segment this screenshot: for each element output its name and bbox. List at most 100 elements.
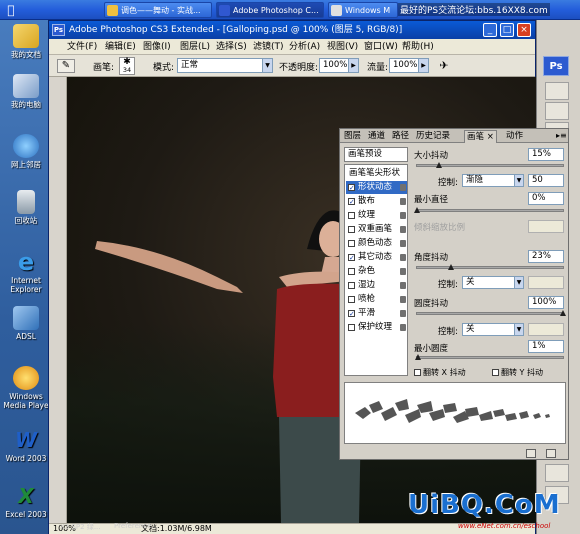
fade-steps-field[interactable]: 50 xyxy=(528,174,564,187)
taskbar-hint-1[interactable]: X3 SP2 绿... xyxy=(60,522,101,532)
menu-filter[interactable]: 滤镜(T) xyxy=(253,39,284,55)
tab-actions[interactable]: 动作 xyxy=(504,130,525,143)
brush-picker[interactable]: ✱ 34 xyxy=(119,57,135,75)
lock-icon[interactable] xyxy=(400,198,406,205)
list-item-protect-texture[interactable]: 保护纹理 xyxy=(346,321,407,334)
list-item-texture[interactable]: 纹理 xyxy=(346,209,407,222)
airbrush-icon[interactable]: ✈ xyxy=(437,59,451,73)
apple-icon[interactable]:  xyxy=(2,2,20,18)
panel-menu-icon[interactable]: ▸≡ xyxy=(556,131,567,140)
control-dropdown-angle[interactable]: 关 ▼ xyxy=(462,276,524,289)
slider-thumb[interactable] xyxy=(435,162,442,168)
flip-y-checkbox[interactable]: 翻转 Y 抖动 xyxy=(492,367,543,378)
desktop-icon-recycle-bin[interactable]: 回收站 xyxy=(2,190,50,225)
menu-layer[interactable]: 图层(L) xyxy=(180,39,210,55)
checkbox-unchecked[interactable] xyxy=(348,240,355,247)
quick-launch-icon[interactable] xyxy=(24,2,30,18)
tab-channels[interactable]: 通道 xyxy=(366,130,387,143)
lock-icon[interactable] xyxy=(400,240,406,247)
tab-history[interactable]: 历史记录 xyxy=(414,130,452,143)
slider-thumb[interactable] xyxy=(414,207,420,213)
move-tool-icon[interactable] xyxy=(545,82,569,100)
menu-analysis[interactable]: 分析(A) xyxy=(289,39,320,55)
list-item-other-dynamics[interactable]: ✓ 其它动态 xyxy=(346,251,407,264)
checkbox-checked[interactable]: ✓ xyxy=(348,198,355,206)
checkbox-unchecked[interactable] xyxy=(348,296,355,303)
lock-icon[interactable] xyxy=(400,184,406,191)
maximize-button[interactable]: □ xyxy=(500,23,514,37)
opacity-field[interactable]: 100% ▶ xyxy=(319,58,359,73)
desktop-icon-network[interactable]: 网上邻居 xyxy=(2,134,50,169)
list-item-wet-edges[interactable]: 湿边 xyxy=(346,279,407,292)
size-jitter-field[interactable]: 15% xyxy=(528,148,564,161)
menu-select[interactable]: 选择(S) xyxy=(216,39,247,55)
marquee-tool-icon[interactable] xyxy=(545,102,569,120)
mask-mode-icon[interactable] xyxy=(545,464,569,482)
menu-file[interactable]: 文件(F) xyxy=(67,39,97,55)
list-item-shape-dynamics[interactable]: ✓ 形状动态 xyxy=(346,181,407,194)
slider-thumb[interactable] xyxy=(560,310,566,316)
list-item-smoothing[interactable]: ✓ 平滑 xyxy=(346,307,407,320)
lock-icon[interactable] xyxy=(400,324,406,331)
lock-icon[interactable] xyxy=(400,268,406,275)
flow-field[interactable]: 100% ▶ xyxy=(389,58,429,73)
list-item-airbrush[interactable]: 喷枪 xyxy=(346,293,407,306)
checkbox-unchecked[interactable] xyxy=(348,324,355,331)
angle-jitter-slider[interactable] xyxy=(416,264,564,270)
trash-icon[interactable] xyxy=(546,449,556,458)
slider-thumb[interactable] xyxy=(447,264,454,270)
flip-x-checkbox[interactable]: 翻转 X 抖动 xyxy=(414,367,466,378)
desktop-icon-adsl[interactable]: ADSL xyxy=(2,306,50,341)
tab-brushes[interactable]: 画笔 × xyxy=(464,130,497,143)
size-jitter-slider[interactable] xyxy=(416,162,564,168)
checkbox-checked[interactable]: ✓ xyxy=(348,254,355,262)
taskbar-button-photoshop[interactable]: Adobe Photoshop C... xyxy=(216,2,324,18)
roundness-jitter-field[interactable]: 100% xyxy=(528,296,564,309)
list-item-color-dynamics[interactable]: 颜色动态 xyxy=(346,237,407,250)
lock-icon[interactable] xyxy=(400,212,406,219)
min-diameter-slider[interactable] xyxy=(414,207,564,213)
min-roundness-slider[interactable] xyxy=(415,354,564,360)
close-button[interactable]: × xyxy=(517,23,531,37)
checkbox-unchecked[interactable] xyxy=(348,226,355,233)
menu-help[interactable]: 帮助(H) xyxy=(402,39,434,55)
lock-icon[interactable] xyxy=(400,296,406,303)
close-tab-icon[interactable]: × xyxy=(487,132,494,142)
slider-thumb[interactable] xyxy=(415,354,421,360)
angle-jitter-field[interactable]: 23% xyxy=(528,250,564,263)
roundness-jitter-slider[interactable] xyxy=(416,310,566,316)
checkbox-unchecked[interactable] xyxy=(348,212,355,219)
list-item-brush-tip-shape[interactable]: 画笔笔尖形状 xyxy=(346,167,407,180)
desktop-icon-excel[interactable]: X Excel 2003 xyxy=(2,484,50,519)
menu-image[interactable]: 图像(I) xyxy=(143,39,171,55)
min-diameter-field[interactable]: 0% xyxy=(528,192,564,205)
taskbar-hint-2[interactable]: Preference... xyxy=(114,522,158,530)
desktop-icon-my-documents[interactable]: 我的文档 xyxy=(2,24,50,59)
checkbox-checked[interactable]: ✓ xyxy=(348,310,355,318)
list-item-scattering[interactable]: ✓ 散布 xyxy=(346,195,407,208)
lock-icon[interactable] xyxy=(400,310,406,317)
lock-icon[interactable] xyxy=(400,282,406,289)
list-item-noise[interactable]: 杂色 xyxy=(346,265,407,278)
lock-icon[interactable] xyxy=(400,254,406,261)
control-dropdown-fade[interactable]: 渐隐 ▼ xyxy=(462,174,524,187)
new-preset-icon[interactable] xyxy=(526,449,536,458)
mode-dropdown[interactable]: 正常 ▼ xyxy=(177,58,273,73)
control-dropdown-roundness[interactable]: 关 ▼ xyxy=(462,323,524,336)
tab-layers[interactable]: 图层 xyxy=(342,130,363,143)
checkbox-checked[interactable]: ✓ xyxy=(348,184,355,192)
taskbar-button-tutorial[interactable]: 调色——舞动 - 实战... xyxy=(104,2,212,18)
list-item-dual-brush[interactable]: 双重画笔 xyxy=(346,223,407,236)
checkbox-unchecked[interactable] xyxy=(348,268,355,275)
desktop-icon-word[interactable]: W Word 2003 xyxy=(2,428,50,463)
taskbar-button-windows-media[interactable]: Windows M xyxy=(328,2,398,18)
minimize-button[interactable]: _ xyxy=(483,23,497,37)
brush-tool-icon[interactable]: ✎ xyxy=(57,59,75,73)
desktop-icon-ie[interactable]: e Internet Explorer xyxy=(2,250,50,294)
menu-view[interactable]: 视图(V) xyxy=(327,39,358,55)
menu-edit[interactable]: 编辑(E) xyxy=(105,39,136,55)
desktop-icon-media-player[interactable]: Windows Media Playe xyxy=(2,366,50,410)
brush-presets-button[interactable]: 画笔预设 xyxy=(344,147,408,162)
checkbox-unchecked[interactable] xyxy=(348,282,355,289)
min-roundness-field[interactable]: 1% xyxy=(528,340,564,353)
